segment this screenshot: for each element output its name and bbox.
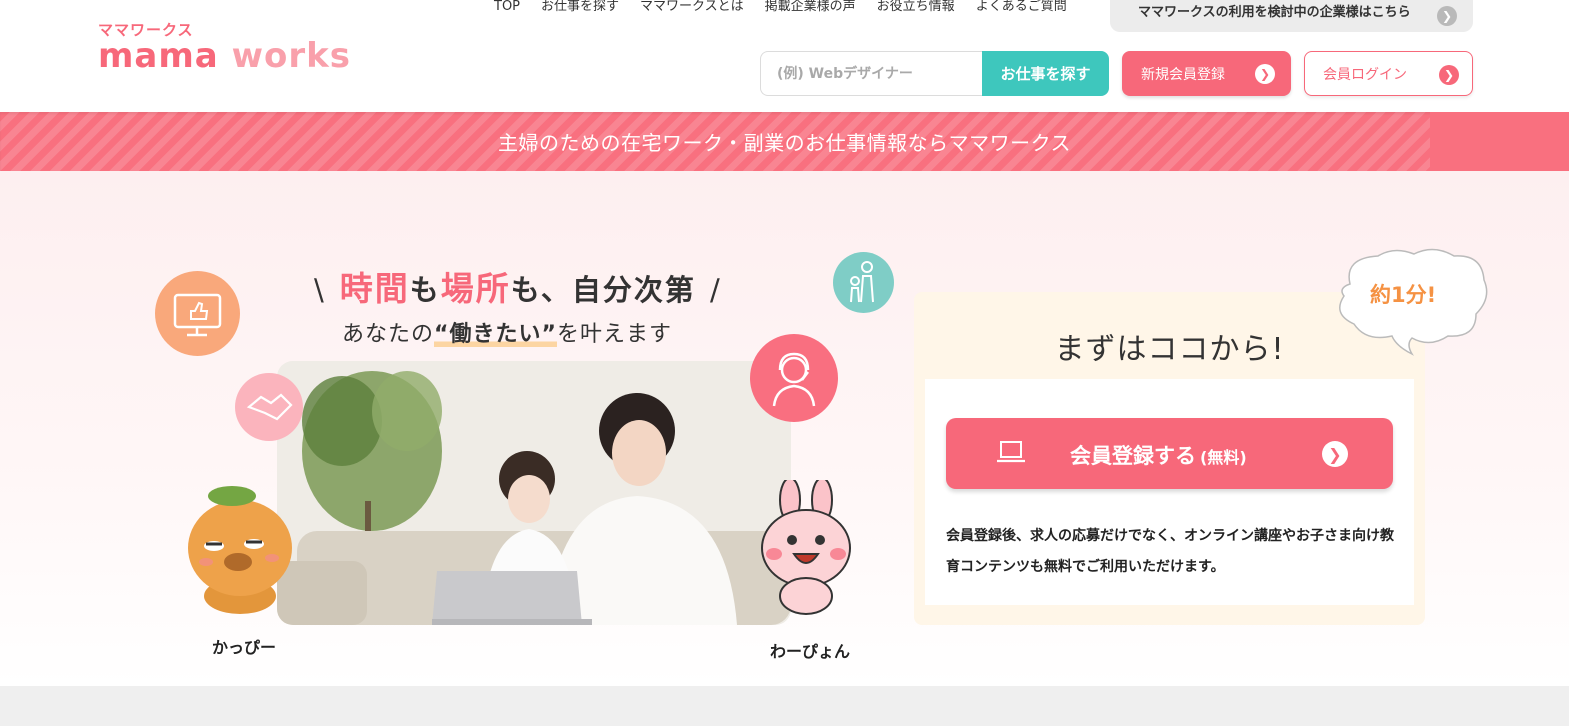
chevron-right-icon: ❯ bbox=[1322, 441, 1348, 467]
kappy-character bbox=[184, 478, 296, 616]
hero-photo bbox=[277, 361, 791, 625]
kappy-name: かっぴー bbox=[212, 638, 277, 657]
job-search-input[interactable] bbox=[760, 51, 982, 96]
signup-cta-label: 会員登録する (無料) bbox=[1070, 440, 1247, 470]
signup-cta-note: (無料) bbox=[1200, 448, 1247, 467]
monitor-thumbs-up-icon bbox=[155, 271, 240, 356]
subhead-pre: あなたの bbox=[342, 322, 435, 347]
tagline-banner: 主婦のための在宅ワーク・副業のお仕事情報ならママワークス bbox=[0, 112, 1569, 171]
bubble-text: 約1分! bbox=[1370, 283, 1437, 307]
hero-subheadline: あなたの“働きたい”を叶えます bbox=[342, 316, 672, 348]
nav-item-faq[interactable]: よくあるご質問 bbox=[976, 0, 1067, 16]
nav-item-top[interactable]: TOP bbox=[494, 0, 520, 16]
wapyon-character bbox=[756, 477, 856, 616]
operator-headset-icon bbox=[750, 334, 838, 422]
job-search-form: お仕事を探す bbox=[760, 51, 1109, 96]
site-header: ママワークス mama works TOP お仕事を探す ママワークスとは 掲載… bbox=[0, 0, 1569, 112]
register-button[interactable]: 新規会員登録 ❯ bbox=[1122, 51, 1291, 96]
banner-text: 主婦のための在宅ワーク・副業のお仕事情報ならママワークス bbox=[498, 131, 1071, 155]
logo-word-works: works bbox=[231, 36, 351, 76]
nav-item-about[interactable]: ママワークスとは bbox=[640, 0, 744, 16]
banner-edge bbox=[1430, 112, 1569, 171]
family-icon bbox=[833, 252, 894, 313]
logo-wordmark: mama works bbox=[98, 38, 351, 74]
nav-item-testimonials[interactable]: 掲載企業様の声 bbox=[765, 0, 856, 16]
subhead-post: を叶えます bbox=[556, 322, 672, 347]
chevron-right-icon: ❯ bbox=[1437, 6, 1457, 26]
business-link-label: ママワークスの利用を検討中の企業様はこちら bbox=[1138, 4, 1411, 20]
headline-particle: も bbox=[409, 273, 441, 307]
section-divider bbox=[0, 686, 1569, 726]
site-logo[interactable]: ママワークス mama works bbox=[98, 22, 351, 74]
business-link-button[interactable]: ママワークスの利用を検討中の企業様はこちら ❯ bbox=[1110, 0, 1473, 32]
hero-headline: \ 時間も場所も、自分次第 / bbox=[314, 269, 722, 308]
signup-cta-text: 会員登録する bbox=[1070, 444, 1196, 468]
cta-description: 会員登録後、求人の応募だけでなく、オンライン講座やお子さま向け教育コンテンツも無… bbox=[946, 528, 1394, 575]
signup-cta-button[interactable]: 会員登録する (無料) ❯ bbox=[946, 418, 1393, 489]
login-button[interactable]: 会員ログイン ❯ bbox=[1304, 51, 1473, 96]
nav-item-find-jobs[interactable]: お仕事を探す bbox=[541, 0, 619, 16]
login-button-label: 会員ログイン bbox=[1323, 66, 1407, 83]
wapyon-name: わーぴょん bbox=[770, 642, 851, 661]
chevron-right-icon: ❯ bbox=[1439, 65, 1459, 85]
nav-item-useful-info[interactable]: お役立ち情報 bbox=[877, 0, 955, 16]
headline-rest: も、自分次第 bbox=[510, 273, 696, 307]
subhead-highlight: “働きたい” bbox=[434, 322, 557, 347]
job-search-button[interactable]: お仕事を探す bbox=[982, 51, 1109, 96]
top-navigation: TOP お仕事を探す ママワークスとは 掲載企業様の声 お役立ち情報 よくあるご… bbox=[494, 0, 1067, 16]
register-button-label: 新規会員登録 bbox=[1141, 66, 1225, 83]
logo-word-mama: mama bbox=[98, 36, 219, 76]
handshake-icon bbox=[235, 373, 303, 441]
mother-child-laptop-illustration bbox=[277, 361, 791, 625]
headline-time: 時間 bbox=[339, 269, 410, 308]
headline-place: 場所 bbox=[440, 269, 511, 308]
chevron-right-icon: ❯ bbox=[1255, 64, 1275, 84]
laptop-icon bbox=[996, 440, 1026, 468]
